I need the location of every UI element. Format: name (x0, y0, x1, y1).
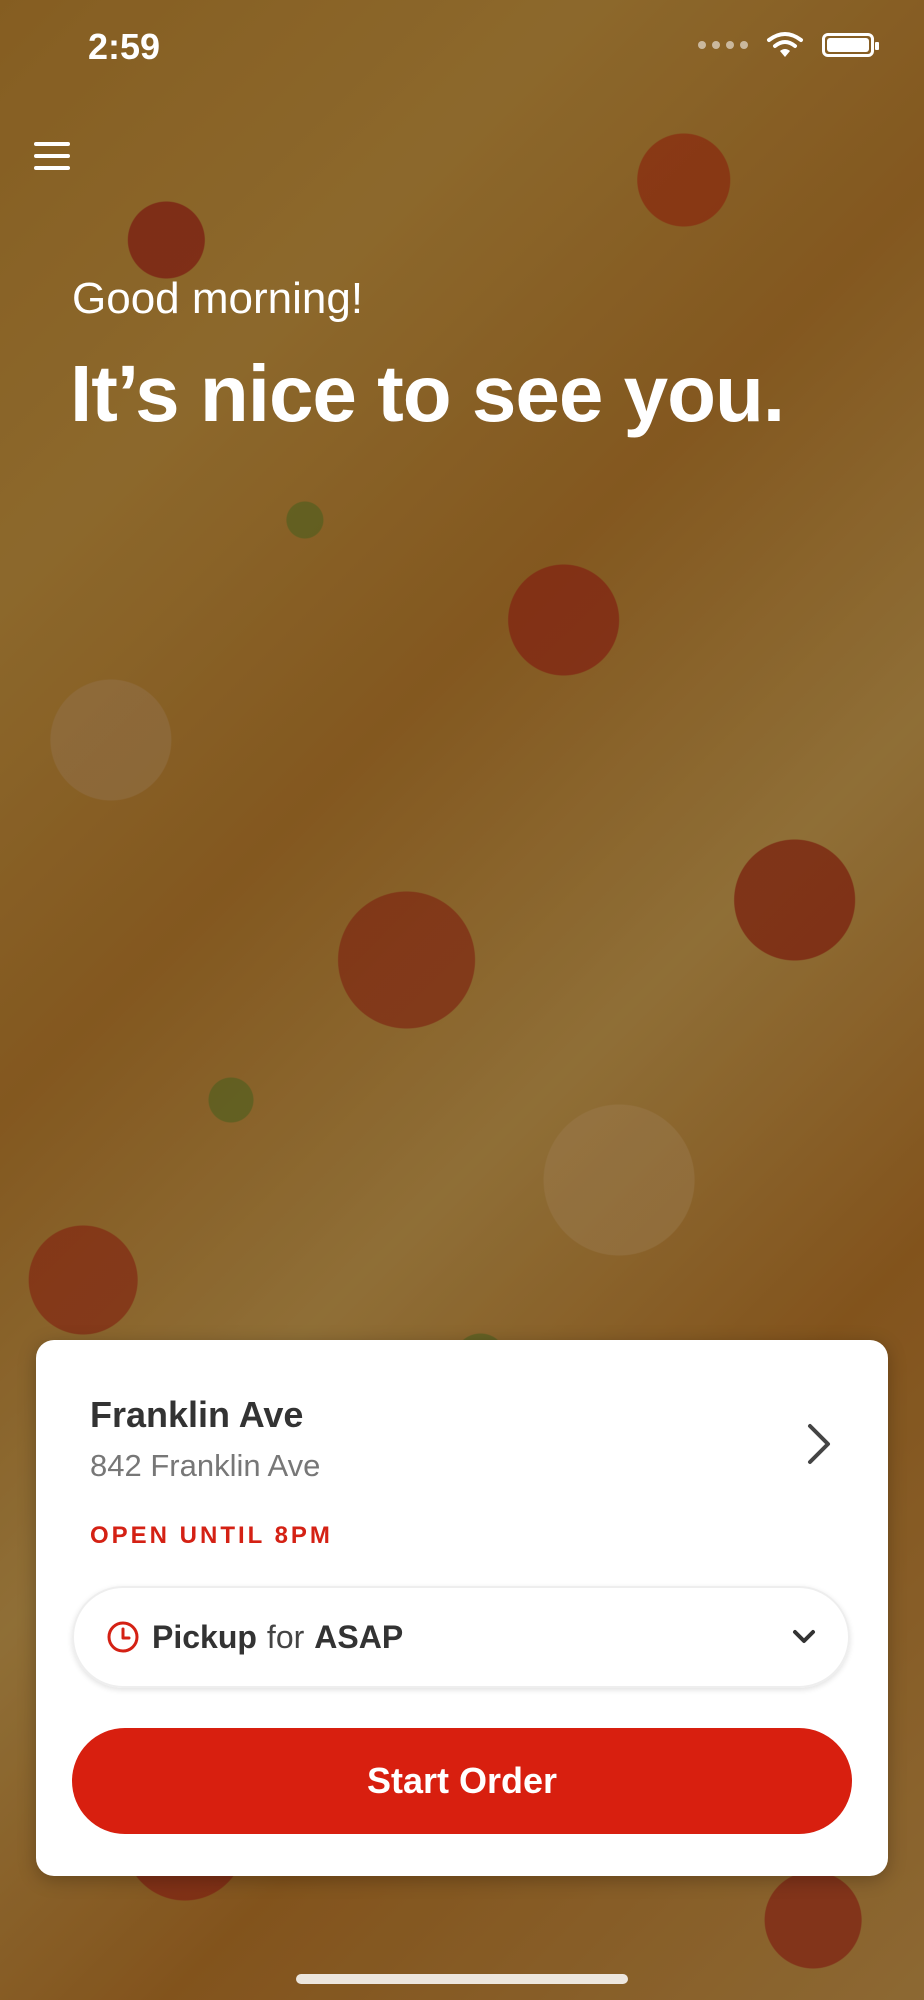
battery-icon (822, 33, 879, 57)
greeting-text: Good morning! (72, 274, 364, 323)
store-hours-status: OPEN UNTIL 8PM (90, 1522, 333, 1549)
signal-icon (698, 41, 748, 49)
store-selector[interactable]: Franklin Ave 842 Franklin Ave (90, 1394, 848, 1494)
store-name: Franklin Ave (90, 1394, 304, 1435)
pickup-connector: for (266, 1618, 305, 1655)
wifi-icon (767, 32, 803, 57)
start-order-button[interactable]: Start Order (72, 1728, 852, 1834)
home-indicator (296, 1974, 628, 1984)
clock-icon (107, 1621, 139, 1653)
status-icons (698, 30, 879, 60)
pickup-time-selector[interactable]: Pickup for ASAP (72, 1586, 850, 1688)
pickup-mode: Pickup (152, 1618, 257, 1655)
menu-icon[interactable] (34, 142, 70, 172)
battery-level (827, 38, 869, 52)
headline-text: It’s nice to see you. (70, 349, 785, 438)
chevron-down-icon (793, 1630, 815, 1643)
chevron-right-icon (808, 1424, 830, 1464)
pickup-summary: Pickup for ASAP (152, 1619, 403, 1656)
order-card: Franklin Ave 842 Franklin Ave OPEN UNTIL… (36, 1340, 888, 1876)
home-screen: { "status_bar": { "time": "2:59" }, "ico… (0, 0, 924, 2000)
pickup-time: ASAP (314, 1618, 404, 1655)
status-time: 2:59 (88, 26, 161, 67)
store-address: 842 Franklin Ave (90, 1448, 321, 1483)
